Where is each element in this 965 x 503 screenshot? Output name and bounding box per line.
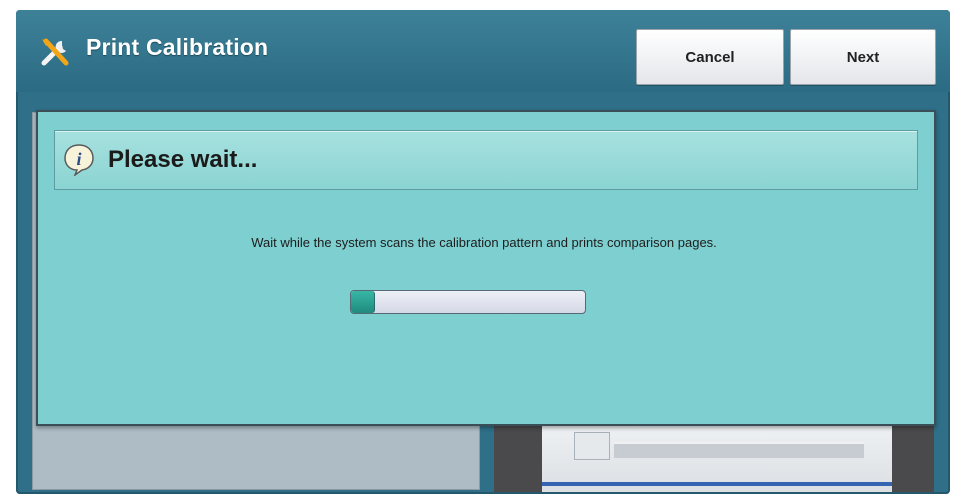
printer-tray: [614, 442, 864, 458]
progress-fill: [351, 291, 376, 313]
info-icon: i: [64, 144, 94, 176]
dialog-title: Please wait...: [108, 146, 258, 173]
progress-bar: [350, 290, 586, 314]
tools-icon: [41, 38, 69, 66]
svg-text:i: i: [76, 149, 81, 169]
printer-slot: [574, 432, 610, 460]
status-message: Wait while the system scans the calibrat…: [251, 235, 717, 250]
cancel-button[interactable]: Cancel: [636, 29, 784, 85]
next-button[interactable]: Next: [790, 29, 936, 85]
window-title: Print Calibration: [86, 34, 269, 60]
printer-stripe: [542, 482, 892, 486]
